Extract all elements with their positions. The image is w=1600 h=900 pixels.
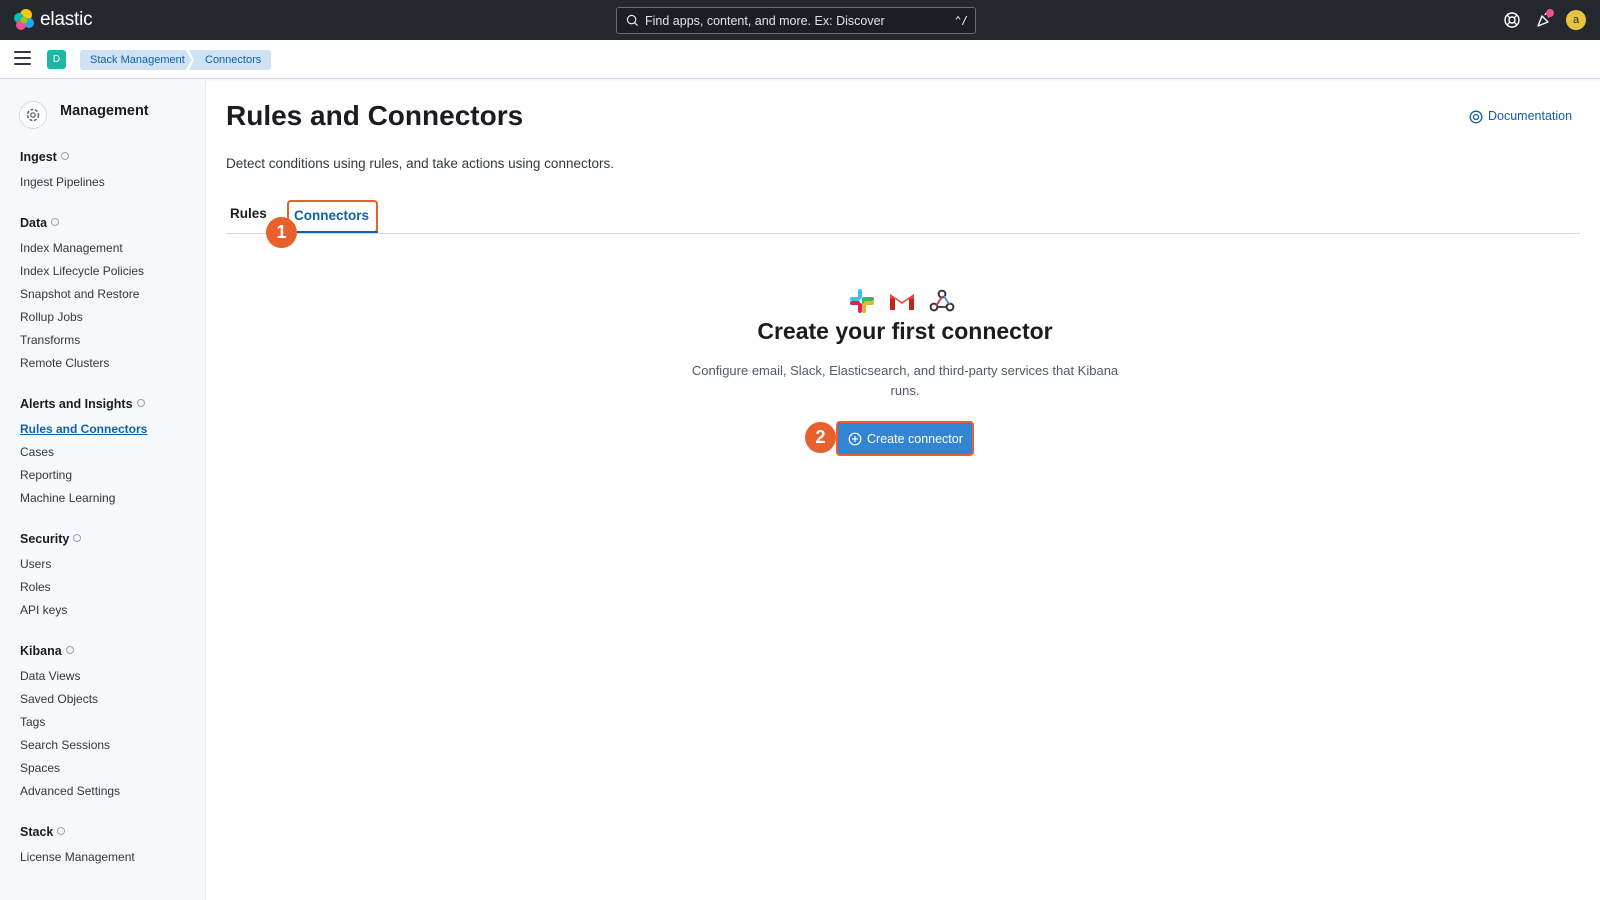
- search-placeholder: Find apps, content, and more. Ex: Discov…: [645, 14, 885, 28]
- sidebar-item-cases[interactable]: Cases: [20, 445, 54, 459]
- sidebar-item-search-sessions[interactable]: Search Sessions: [20, 738, 110, 752]
- sidebar-item-index-management[interactable]: Index Management: [20, 241, 123, 255]
- documentation-icon: [1469, 110, 1483, 124]
- notification-dot: [1546, 9, 1554, 17]
- hamburger-menu-icon[interactable]: [14, 51, 31, 67]
- info-icon: [57, 827, 66, 835]
- breadcrumb-stack-management[interactable]: Stack Management: [80, 50, 192, 70]
- sidebar-item-spaces[interactable]: Spaces: [20, 761, 60, 775]
- elastic-logo-icon[interactable]: [12, 8, 36, 32]
- empty-state-description: Configure email, Slack, Elasticsearch, a…: [691, 363, 1119, 398]
- info-icon: [51, 218, 60, 226]
- global-search-input[interactable]: Find apps, content, and more. Ex: Discov…: [616, 7, 976, 34]
- sidebar-item-roles[interactable]: Roles: [20, 580, 51, 594]
- sidebar-item-ingest-pipelines[interactable]: Ingest Pipelines: [20, 175, 105, 189]
- space-avatar[interactable]: D: [47, 50, 66, 69]
- step-marker-1: 1: [266, 217, 297, 248]
- sidebar-item-tags[interactable]: Tags: [20, 715, 45, 729]
- info-icon: [73, 534, 82, 542]
- documentation-link[interactable]: Documentation: [1488, 109, 1572, 123]
- nav-group-ingest: Ingest: [20, 150, 69, 164]
- management-sidebar: Management Ingest Ingest Pipelines Data …: [0, 80, 206, 900]
- gmail-icon: [889, 292, 915, 311]
- tab-connectors-label: Connectors: [294, 208, 370, 223]
- webhook-icon: [929, 289, 955, 312]
- nav-group-data: Data: [20, 216, 60, 230]
- step-marker-2: 2: [805, 422, 836, 453]
- sidebar-item-machine-learning[interactable]: Machine Learning: [20, 491, 115, 505]
- connector-icons: [848, 287, 960, 315]
- sidebar-title: Management: [60, 103, 149, 119]
- sidebar-item-data-views[interactable]: Data Views: [20, 669, 80, 683]
- slack-icon: [850, 289, 874, 313]
- nav-group-alerts-and-insights: Alerts and Insights: [20, 397, 145, 411]
- sidebar-item-transforms[interactable]: Transforms: [20, 333, 80, 347]
- breadcrumb-connectors: Connectors: [189, 50, 271, 70]
- help-icon[interactable]: [1503, 11, 1521, 29]
- sidebar-item-snapshot-and-restore[interactable]: Snapshot and Restore: [20, 287, 139, 301]
- info-icon: [60, 152, 69, 160]
- tab-connectors[interactable]: Connectors: [287, 200, 378, 233]
- info-icon: [136, 399, 145, 407]
- sidebar-item-rollup-jobs[interactable]: Rollup Jobs: [20, 310, 83, 324]
- user-avatar[interactable]: a: [1566, 10, 1586, 30]
- nav-group-security: Security: [20, 532, 82, 546]
- sidebar-item-license-management[interactable]: License Management: [20, 850, 135, 864]
- create-connector-button[interactable]: Create connector: [836, 421, 974, 456]
- sidebar-item-index-lifecycle-policies[interactable]: Index Lifecycle Policies: [20, 264, 144, 278]
- sidebar-item-api-keys[interactable]: API keys: [20, 603, 67, 617]
- page-title: Rules and Connectors: [226, 100, 524, 131]
- top-header: elastic Find apps, content, and more. Ex…: [0, 0, 1600, 40]
- sub-header: D Stack Management Connectors: [0, 40, 1600, 79]
- info-icon: [65, 646, 74, 654]
- sidebar-item-rules-and-connectors[interactable]: Rules and Connectors: [20, 422, 147, 436]
- sidebar-item-reporting[interactable]: Reporting: [20, 468, 72, 482]
- create-connector-label: Create connector: [867, 432, 963, 446]
- search-shortcut: ⌃/: [954, 14, 968, 27]
- page-description: Detect conditions using rules, and take …: [226, 156, 614, 171]
- search-icon: [626, 14, 639, 27]
- sidebar-item-advanced-settings[interactable]: Advanced Settings: [20, 784, 120, 798]
- sidebar-item-users[interactable]: Users: [20, 557, 51, 571]
- nav-group-kibana: Kibana: [20, 644, 74, 658]
- selected-tab-indicator: [287, 231, 378, 233]
- empty-state-title: Create your first connector: [757, 318, 1053, 344]
- brand-name[interactable]: elastic: [40, 9, 93, 31]
- tab-rules[interactable]: Rules: [230, 206, 267, 221]
- sidebar-item-remote-clusters[interactable]: Remote Clusters: [20, 356, 109, 370]
- tabs-divider: [226, 233, 1580, 234]
- gear-icon: [19, 101, 47, 129]
- sidebar-item-saved-objects[interactable]: Saved Objects: [20, 692, 98, 706]
- nav-group-stack: Stack: [20, 825, 66, 839]
- plus-in-circle-icon: [848, 432, 862, 446]
